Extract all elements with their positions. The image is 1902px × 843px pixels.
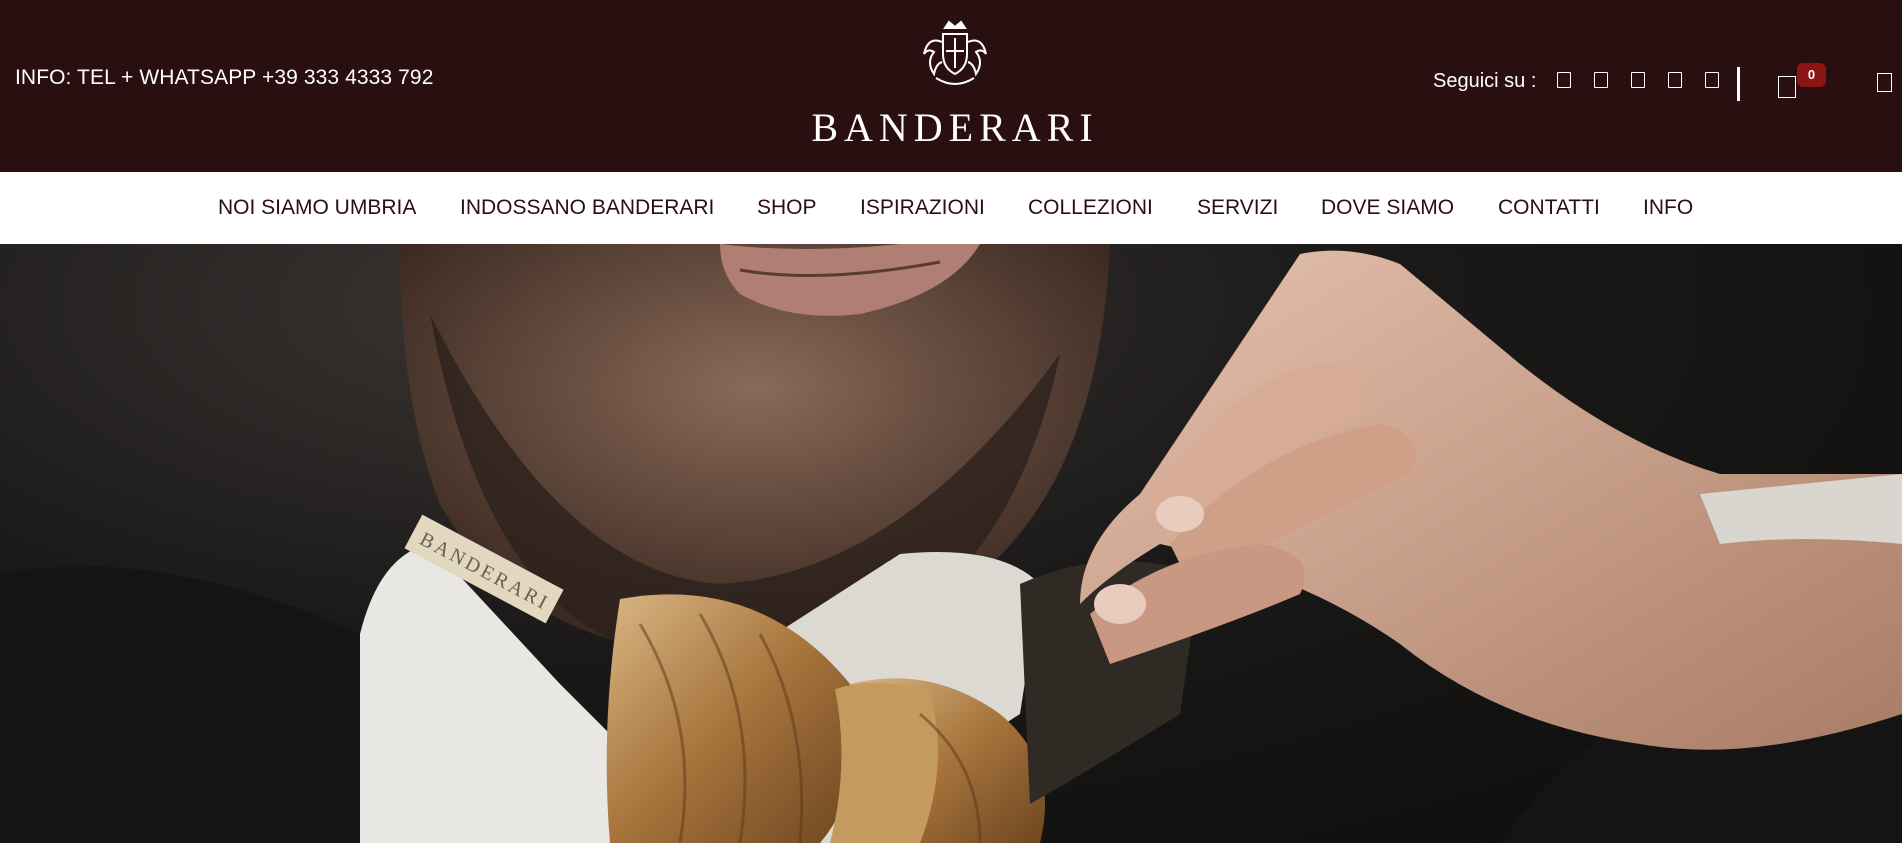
nav-item-collezioni[interactable]: COLLEZIONI — [1028, 196, 1153, 220]
nav-item-info[interactable]: INFO — [1643, 196, 1693, 220]
facebook-icon[interactable] — [1557, 72, 1571, 88]
site-logo[interactable]: BANDERARI — [800, 18, 1110, 150]
instagram-icon[interactable] — [1594, 72, 1608, 88]
cart-count-badge: 0 — [1797, 63, 1826, 87]
youtube-icon[interactable] — [1668, 72, 1682, 88]
contact-info[interactable]: INFO: TEL + WHATSAPP +39 333 4333 792 — [15, 66, 433, 90]
header-divider — [1737, 67, 1740, 101]
hero-image: BANDERARI — [0, 244, 1902, 843]
nav-item-indossano-banderari[interactable]: INDOSSANO BANDERARI — [460, 196, 714, 220]
nav-item-ispirazioni[interactable]: ISPIRAZIONI — [860, 196, 985, 220]
main-navigation: NOI SIAMO UMBRIA INDOSSANO BANDERARI SHO… — [0, 172, 1902, 244]
cart-icon[interactable] — [1778, 76, 1796, 98]
top-header: INFO: TEL + WHATSAPP +39 333 4333 792 BA… — [0, 0, 1902, 172]
nav-item-shop[interactable]: SHOP — [757, 196, 817, 220]
brand-name: BANDERARI — [811, 105, 1099, 150]
hero-illustration: BANDERARI — [0, 244, 1902, 843]
follow-label: Seguici su : — [1433, 70, 1537, 92]
linkedin-icon[interactable] — [1705, 72, 1719, 88]
crest-icon — [923, 20, 987, 85]
user-account-icon[interactable] — [1877, 73, 1892, 92]
pinterest-icon[interactable] — [1631, 72, 1645, 88]
nav-item-dove-siamo[interactable]: DOVE SIAMO — [1321, 196, 1454, 220]
nav-item-contatti[interactable]: CONTATTI — [1498, 196, 1600, 220]
nav-item-noi-siamo-umbria[interactable]: NOI SIAMO UMBRIA — [218, 196, 416, 220]
nav-item-servizi[interactable]: SERVIZI — [1197, 196, 1278, 220]
